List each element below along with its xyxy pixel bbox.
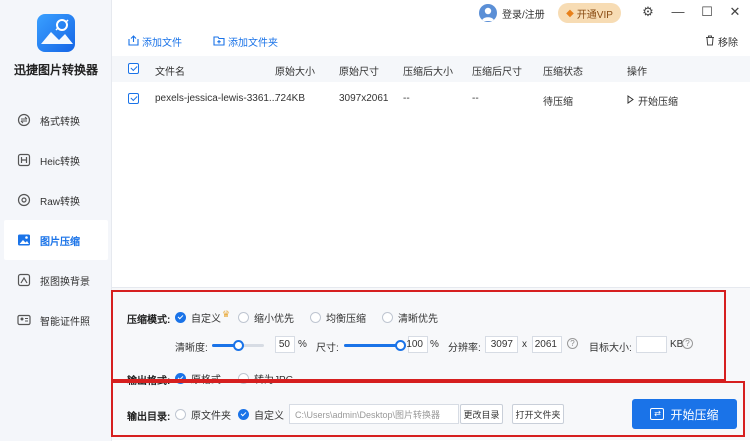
row-start-compress-button[interactable]: 开始压缩 <box>627 93 678 108</box>
col-action: 操作 <box>627 67 647 78</box>
row-action-label: 开始压缩 <box>638 97 678 108</box>
sidebar-item-id-photo[interactable]: 智能证件照 <box>0 300 112 340</box>
sidebar-item-heic[interactable]: Heic转换 <box>0 140 112 180</box>
row-checkbox[interactable] <box>128 93 139 104</box>
col-orig-dim: 原始尺寸 <box>339 67 379 78</box>
sidebar-item-format-convert[interactable]: 格式转换 <box>0 100 112 140</box>
trash-icon <box>705 35 715 49</box>
col-comp-dim: 压缩后尺寸 <box>472 67 522 78</box>
format-convert-icon <box>16 112 32 128</box>
status-text: 待压缩 <box>543 97 573 108</box>
heic-icon <box>16 152 32 168</box>
play-icon <box>627 94 634 107</box>
sidebar-item-label: Heic转换 <box>40 156 81 168</box>
add-file-button[interactable]: 添加文件 <box>128 34 182 49</box>
orig-dim: 3097x2061 <box>339 93 389 104</box>
raw-icon <box>16 192 32 208</box>
id-photo-icon <box>16 312 32 328</box>
col-filename: 文件名 <box>155 67 185 78</box>
sidebar-item-cutout[interactable]: 抠图换背景 <box>0 260 112 300</box>
maximize-icon[interactable]: ☐ <box>698 4 716 20</box>
settings-icon[interactable]: ⚙ <box>639 4 657 20</box>
col-status: 压缩状态 <box>543 67 583 78</box>
app-title: 迅捷图片转换器 <box>13 63 98 77</box>
add-file-label: 添加文件 <box>142 38 182 49</box>
col-orig-size: 原始大小 <box>275 67 315 78</box>
sidebar: 迅捷图片转换器 格式转换 Heic转换 Raw转换 图片压缩 抠图换背景 智能证… <box>0 0 112 441</box>
app-logo-icon <box>37 14 75 52</box>
cutout-icon <box>16 272 32 288</box>
file-name: pexels-jessica-lewis-3361... <box>155 93 278 104</box>
sidebar-item-image-compress[interactable]: 图片压缩 <box>4 220 108 260</box>
login-label: 登录/注册 <box>502 9 545 21</box>
col-comp-size: 压缩后大小 <box>403 67 453 78</box>
orig-size: 724KB <box>275 93 306 104</box>
diamond-icon: ◆ <box>566 7 574 19</box>
table-row[interactable]: pexels-jessica-lewis-3361... 724KB 3097x… <box>112 82 750 114</box>
sidebar-nav: 格式转换 Heic转换 Raw转换 图片压缩 抠图换背景 智能证件照 <box>0 100 112 340</box>
vip-label: 开通VIP <box>576 9 613 21</box>
remove-label: 移除 <box>718 38 738 49</box>
close-icon[interactable]: ✕ <box>726 4 744 20</box>
sidebar-item-label: 图片压缩 <box>40 236 80 248</box>
title-bar: 登录/注册 ◆ 开通VIP ⚙ — ☐ ✕ <box>112 0 750 28</box>
add-file-icon <box>128 34 139 49</box>
vip-button[interactable]: ◆ 开通VIP <box>558 3 621 23</box>
comp-dim: -- <box>472 93 479 104</box>
sidebar-item-raw[interactable]: Raw转换 <box>0 180 112 220</box>
avatar-icon <box>479 4 497 22</box>
table-header: 文件名 原始大小 原始尺寸 压缩后大小 压缩后尺寸 压缩状态 操作 <box>112 56 750 82</box>
sidebar-item-label: 智能证件照 <box>40 316 90 328</box>
highlight-box-settings <box>111 290 726 381</box>
toolbar: 添加文件 添加文件夹 移除 <box>112 30 750 54</box>
login-button[interactable]: 登录/注册 <box>479 4 545 22</box>
file-table: 文件名 原始大小 原始尺寸 压缩后大小 压缩后尺寸 压缩状态 操作 pexels… <box>112 56 750 114</box>
add-folder-button[interactable]: 添加文件夹 <box>213 34 278 49</box>
sidebar-item-label: 抠图换背景 <box>40 276 90 288</box>
remove-button[interactable]: 移除 <box>705 34 738 49</box>
sidebar-item-label: Raw转换 <box>40 196 81 208</box>
sidebar-item-label: 格式转换 <box>40 116 80 128</box>
add-folder-icon <box>213 35 225 49</box>
select-all-checkbox[interactable] <box>128 63 139 74</box>
add-folder-label: 添加文件夹 <box>228 38 278 49</box>
image-compress-icon <box>16 232 32 248</box>
comp-size: -- <box>403 93 410 104</box>
minimize-icon[interactable]: — <box>669 4 687 19</box>
highlight-box-output <box>111 381 745 437</box>
